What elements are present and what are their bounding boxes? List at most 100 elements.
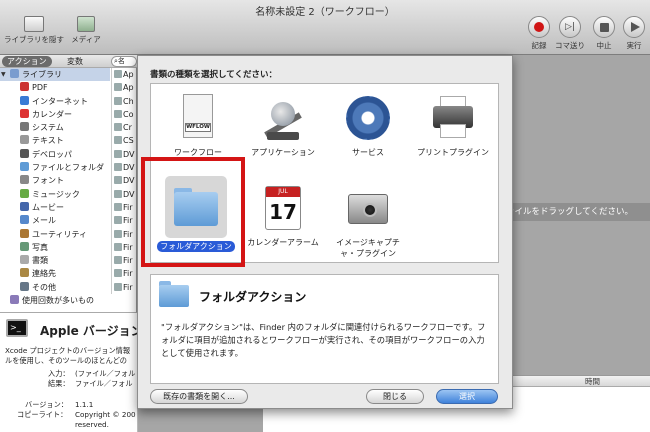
action-label: DV	[123, 163, 135, 173]
record-icon	[528, 16, 550, 38]
sidebar-item[interactable]: テキスト	[0, 134, 110, 147]
sidebar-item[interactable]: ミュージック	[0, 188, 110, 201]
sidebar-item[interactable]: メール	[0, 214, 110, 227]
action-list-item[interactable]: Ap	[112, 81, 137, 94]
type-label: イメージキャプチャ・プラグイン	[336, 238, 400, 258]
sidebar-item[interactable]: デベロッパ	[0, 148, 110, 161]
sidebar-item-label: その他	[32, 282, 56, 292]
sidebar-item[interactable]: ファイルとフォルダ	[0, 161, 110, 174]
action-list-item[interactable]: Co	[112, 108, 137, 121]
type-info-panel: フォルダアクション "フォルダアクション"は、Finder 内のフォルダに関連付…	[150, 274, 499, 384]
sidebar-item[interactable]: 写真	[0, 241, 110, 254]
sidebar-item-label: ファイルとフォルダ	[32, 163, 104, 173]
action-list-item[interactable]: Ch	[112, 95, 137, 108]
action-list-item[interactable]: Fir	[112, 281, 137, 294]
action-list-item[interactable]: Fir	[112, 228, 137, 241]
open-existing-button[interactable]: 既存の書類を開く...	[150, 389, 248, 404]
choose-button[interactable]: 選択	[436, 389, 498, 404]
action-list-item[interactable]: Fir	[112, 201, 137, 214]
action-label: DV	[123, 176, 135, 186]
action-icon	[114, 256, 122, 265]
action-list-item[interactable]: Ap	[112, 68, 137, 81]
action-label: Fir	[123, 242, 133, 252]
type-workflow[interactable]: WFLOW ワークフロー	[161, 92, 235, 158]
media-label: メディア	[71, 35, 101, 44]
action-icon	[114, 149, 122, 158]
action-list-item[interactable]: DV	[112, 174, 137, 187]
sidebar-item-label: デベロッパ	[32, 149, 72, 159]
sidebar-item[interactable]: 連絡先	[0, 267, 110, 280]
type-service[interactable]: サービス	[331, 92, 405, 158]
sidebar-item[interactable]: ユーティリティ	[0, 228, 110, 241]
result-value: ファイル／フォル	[75, 379, 133, 388]
action-icon	[114, 229, 122, 238]
input-value: (ファイル／フォル	[75, 369, 136, 378]
sidebar-item[interactable]: PDF	[0, 81, 110, 94]
hide-library-button[interactable]: ライブラリを隠す	[4, 16, 64, 45]
terminal-icon: >_	[6, 319, 28, 337]
record-button[interactable]: 記録	[525, 16, 553, 51]
automator-robot-icon	[257, 92, 309, 144]
sidebar-item[interactable]: インターネット	[0, 95, 110, 108]
step-button[interactable]: ▷| コマ送り	[552, 16, 588, 51]
action-list-item[interactable]: Fir	[112, 254, 137, 267]
type-application[interactable]: アプリケーション	[246, 92, 320, 158]
action-icon	[114, 123, 122, 132]
sidebar-item[interactable]: フォント	[0, 174, 110, 187]
sidebar-item-most-used[interactable]: 使用回数が多いもの	[0, 294, 110, 307]
sidebar-item-label: テキスト	[32, 136, 64, 146]
sidebar-item[interactable]: ムービー	[0, 201, 110, 214]
sidebar-item-label: ミュージック	[32, 189, 80, 199]
run-label: 実行	[626, 41, 642, 50]
sidebar-item[interactable]: その他	[0, 281, 110, 294]
type-label: サービス	[352, 148, 384, 157]
action-list-item[interactable]: DV	[112, 148, 137, 161]
action-list-item[interactable]: Fir	[112, 214, 137, 227]
printer-icon	[427, 92, 479, 144]
action-icon	[114, 136, 122, 145]
action-icon	[114, 176, 122, 185]
action-search-input[interactable]: ⌕名	[111, 56, 137, 67]
tab-actions[interactable]: アクション	[2, 56, 52, 67]
sidebar-item[interactable]: 書類	[0, 254, 110, 267]
action-list-item[interactable]: Fir	[112, 267, 137, 280]
media-button[interactable]: メディア	[66, 16, 106, 45]
library-root[interactable]: ▼ ライブラリ	[0, 68, 110, 82]
sidebar-item[interactable]: カレンダー	[0, 108, 110, 121]
step-icon: ▷|	[559, 16, 581, 38]
result-key: 結果：	[48, 379, 70, 388]
action-list-item[interactable]: Cr	[112, 121, 137, 134]
disclosure-triangle-icon[interactable]: ▼	[1, 68, 6, 81]
type-label: プリントプラグイン	[417, 148, 489, 157]
log-col-time[interactable]: 時間	[585, 376, 600, 387]
workflow-icon: WFLOW	[172, 92, 224, 144]
action-icon	[114, 83, 122, 92]
action-summary-line: Xcode プロジェクトのバージョン情報	[5, 346, 131, 355]
action-list-item[interactable]: Fir	[112, 241, 137, 254]
action-list-item[interactable]: CS	[112, 134, 137, 147]
stop-button[interactable]: 中止	[590, 16, 618, 51]
category-icon	[20, 255, 29, 265]
action-label: CS	[123, 136, 134, 146]
sidebar-item[interactable]: システム	[0, 121, 110, 134]
library-tab-bar: アクション 変数 ⌕名	[0, 55, 137, 68]
sidebar-item-label: ユーティリティ	[32, 229, 88, 239]
action-list-item[interactable]: DV	[112, 188, 137, 201]
version-key: バージョン：	[25, 400, 68, 409]
action-label: Ch	[123, 96, 134, 106]
highlight-box	[141, 157, 245, 267]
record-label: 記録	[531, 41, 547, 50]
tab-variables[interactable]: 変数	[62, 56, 88, 67]
type-info-description: "フォルダアクション"は、Finder 内のフォルダに関連付けられるワークフロー…	[161, 322, 486, 358]
close-button[interactable]: 閉じる	[366, 389, 424, 404]
type-calendar-alarm[interactable]: JUL 17 カレンダーアラーム	[246, 182, 320, 248]
action-label: Fir	[123, 216, 133, 226]
action-summary-line: ルを使用し、そのツールのほとんどの	[5, 356, 127, 365]
action-list: Ap Ap Ch Co Cr CS DV DV DV DV Fir Fir Fir Fir Fir Fir Fi…	[111, 68, 137, 295]
type-image-capture-plugin[interactable]: イメージキャプチャ・プラグイン	[331, 182, 405, 259]
run-icon	[623, 16, 645, 38]
action-icon	[114, 96, 122, 105]
action-list-item[interactable]: DV	[112, 161, 137, 174]
run-button[interactable]: 実行	[620, 16, 648, 51]
type-print-plugin[interactable]: プリントプラグイン	[416, 92, 490, 158]
